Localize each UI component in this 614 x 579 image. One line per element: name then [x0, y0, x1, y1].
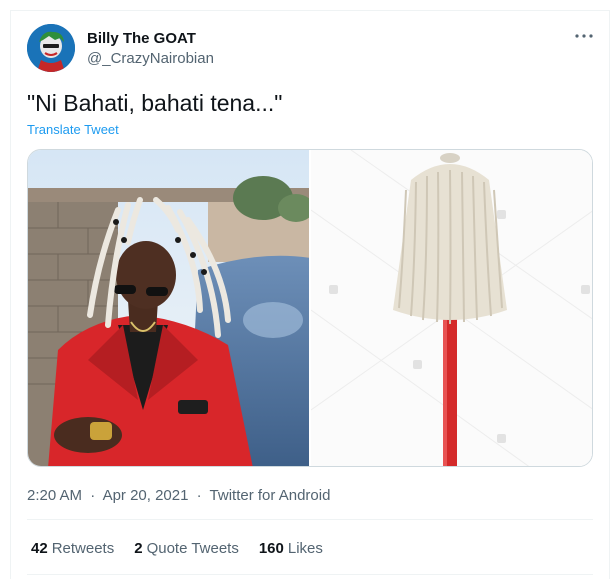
- tweet-text: "Ni Bahati, bahati tena...": [27, 90, 283, 116]
- tweet-meta: 2:20 AM · Apr 20, 2021 · Twitter for And…: [27, 487, 330, 504]
- more-horizontal-icon: [575, 34, 593, 38]
- translate-tweet-link[interactable]: Translate Tweet: [27, 122, 119, 137]
- user-handle[interactable]: @_CrazyNairobian: [87, 50, 214, 67]
- media-photo-person[interactable]: [28, 150, 311, 466]
- quote-tweets-stat[interactable]: 2 Quote Tweets: [134, 540, 239, 557]
- tweet-date[interactable]: Apr 20, 2021: [103, 487, 189, 504]
- tweet-source[interactable]: Twitter for Android: [210, 487, 331, 504]
- likes-label: Likes: [287, 540, 323, 557]
- meta-separator: ·: [196, 487, 202, 504]
- avatar[interactable]: [27, 24, 75, 72]
- meta-separator: ·: [90, 487, 96, 504]
- retweets-label: Retweets: [51, 540, 115, 557]
- tweet-stats: 42 Retweets 2 Quote Tweets 160 Likes: [31, 540, 323, 557]
- retweets-stat[interactable]: 42 Retweets: [31, 540, 114, 557]
- tweet-time[interactable]: 2:20 AM: [27, 487, 82, 504]
- avatar-image: [27, 24, 75, 72]
- likes-stat[interactable]: 160 Likes: [259, 540, 323, 557]
- display-name[interactable]: Billy The GOAT: [87, 30, 196, 47]
- photo-person-image: [28, 150, 309, 466]
- retweets-count: 42: [31, 540, 48, 557]
- tweet-media: [27, 149, 593, 467]
- divider: [27, 519, 593, 520]
- photo-mop-image: [311, 150, 592, 466]
- likes-count: 160: [258, 540, 284, 557]
- more-options-button[interactable]: [572, 27, 596, 45]
- quote-tweets-count: 2: [134, 540, 143, 557]
- quote-tweets-label: Quote Tweets: [146, 540, 239, 557]
- media-photo-mop[interactable]: [311, 150, 592, 466]
- divider: [27, 574, 593, 575]
